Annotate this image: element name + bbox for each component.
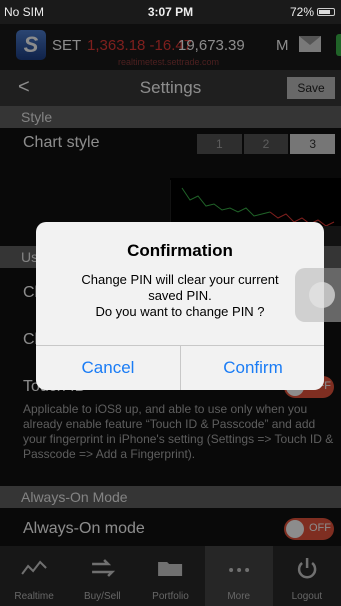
dialog-message-line-2: saved PIN. bbox=[148, 288, 212, 303]
status-bar: No SIM 3:07 PM 72% bbox=[0, 0, 341, 24]
confirmation-dialog: Confirmation Change PIN will clear your … bbox=[36, 222, 324, 390]
confirm-button[interactable]: Confirm bbox=[181, 346, 324, 390]
assistive-touch-icon bbox=[309, 282, 335, 308]
dialog-title: Confirmation bbox=[127, 241, 233, 260]
dialog-message: Change PIN will clear your current saved… bbox=[46, 272, 314, 320]
battery-icon bbox=[317, 8, 335, 16]
cancel-button[interactable]: Cancel bbox=[36, 346, 180, 390]
assistive-touch-button[interactable] bbox=[295, 268, 341, 322]
dialog-message-line-3: Do you want to change PIN ? bbox=[95, 304, 265, 319]
dialog-message-line-1: Change PIN will clear your current bbox=[81, 272, 279, 287]
battery-percent: 72% bbox=[289, 5, 314, 19]
battery-indicator: 72% bbox=[290, 5, 335, 19]
